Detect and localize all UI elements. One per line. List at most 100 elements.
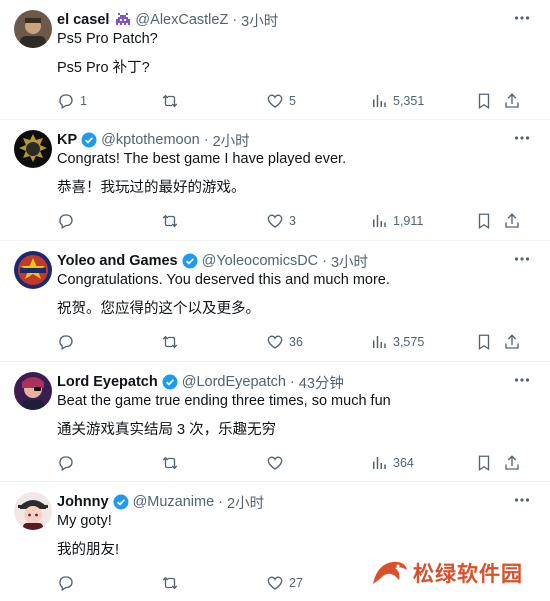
display-name[interactable]: Johnny [57,494,109,510]
more-options-icon[interactable] [512,8,532,28]
separator-dot: · [322,253,327,269]
display-name[interactable]: Yoleo and Games [57,253,178,269]
separator-dot: · [289,374,295,390]
reply-tweet[interactable]: Lord Eyepatch @LordEyepatch · 43分钟 Beat … [0,362,550,482]
reply-icon [59,576,73,591]
separator-dot: · [218,494,224,510]
like-button[interactable]: 3 [266,211,296,231]
retweet-button[interactable] [161,332,179,352]
like-button[interactable]: 27 [266,573,303,593]
separator-dot: · [203,132,209,148]
tweet-header: Yoleo and Games @YoleocomicsDC · 3小时 [57,251,368,272]
display-name[interactable]: Lord Eyepatch [57,374,158,390]
verified-badge-icon [162,374,178,390]
tweet-text: Ps5 Pro Patch? [57,31,158,47]
watermark-text: 松绿软件园 [413,563,523,586]
reply-button[interactable] [57,453,75,473]
retweet-button[interactable] [161,211,179,231]
view-count: 5,351 [393,94,425,108]
heart-icon [267,576,283,590]
views-button[interactable]: 1,911 [370,211,423,231]
bookmark-icon [478,455,490,472]
action-bar: 1 5 5,351 [0,91,550,111]
like-button[interactable]: 36 [266,332,303,352]
timestamp[interactable]: 2小时 [213,130,250,151]
like-button[interactable]: 5 [266,91,296,111]
share-button[interactable] [503,91,521,111]
like-count: 3 [289,214,296,228]
separator-dot: · [232,12,238,28]
handle[interactable]: @Muzanime [133,494,215,510]
more-options-icon[interactable] [512,370,532,390]
display-name[interactable]: el casel [57,12,109,28]
tweet-translation: 祝贺。您应得的这个以及更多。 [57,301,260,317]
avatar[interactable] [14,130,52,168]
views-button[interactable]: 364 [370,453,414,473]
space-invader-emoji-icon [115,13,131,27]
more-options-icon[interactable] [512,128,532,148]
views-button[interactable]: 3,575 [370,332,424,352]
reply-button[interactable] [57,573,75,593]
views-button[interactable]: 5,351 [370,91,424,111]
view-count: 1,911 [393,214,424,228]
share-button[interactable] [503,211,521,231]
reply-icon [59,214,73,229]
reply-icon [59,94,73,109]
timestamp[interactable]: 3小时 [241,10,278,31]
handle[interactable]: @LordEyepatch [182,374,286,390]
like-count: 5 [289,94,296,108]
retweet-icon [162,576,178,590]
analytics-icon [373,336,386,348]
verified-badge-icon [81,132,97,148]
retweet-button[interactable] [161,453,179,473]
tweet-text: Congrats! The best game I have played ev… [57,151,347,167]
bookmark-button[interactable] [475,91,493,111]
retweet-button[interactable] [161,573,179,593]
bookmark-button[interactable] [475,453,493,473]
reply-button[interactable] [57,211,75,231]
handle[interactable]: @YoleocomicsDC [202,253,319,269]
display-name[interactable]: KP [57,132,77,148]
tweet-text: Congratulations. You deserved this and m… [57,272,390,288]
more-options-icon[interactable] [512,249,532,269]
bookmark-icon [478,334,490,351]
avatar[interactable] [14,372,52,410]
bookmark-button[interactable] [475,332,493,352]
verified-badge-icon [113,494,129,510]
share-button[interactable] [503,453,521,473]
retweet-button[interactable] [161,91,179,111]
share-icon [505,93,519,108]
analytics-icon [373,95,386,107]
bookmark-button[interactable] [475,211,493,231]
like-button[interactable] [266,453,284,473]
timestamp[interactable]: 3小时 [331,251,368,272]
retweet-icon [162,335,178,349]
tweet-text: My goty! [57,513,112,529]
tweet-translation: Ps5 Pro 补丁? [57,60,150,76]
tweet-translation: 恭喜！我玩过的最好的游戏。 [57,180,246,196]
bookmark-icon [478,93,490,110]
reply-button[interactable] [57,332,75,352]
share-icon [505,334,519,349]
timestamp[interactable]: 43分钟 [299,372,344,393]
action-bar: 364 [0,453,550,473]
action-bar: 36 3,575 [0,332,550,352]
reply-tweet[interactable]: KP @kptothemoon · 2小时 Congrats! The best… [0,120,550,241]
handle[interactable]: @kptothemoon [101,132,200,148]
timestamp[interactable]: 2小时 [227,492,264,513]
share-icon [505,213,519,228]
avatar[interactable] [14,251,52,289]
reply-tweet[interactable]: el casel @AlexCastleZ · 3小时 Ps5 Pro Patc… [0,0,550,120]
tweet-translation: 我的朋友! [57,542,120,558]
handle[interactable]: @AlexCastleZ [135,12,228,28]
avatar[interactable] [14,10,52,48]
share-button[interactable] [503,332,521,352]
reply-button[interactable]: 1 [57,91,87,111]
view-count: 3,575 [393,335,425,349]
heart-icon [267,335,283,349]
tweet-header: el casel @AlexCastleZ · 3小时 [57,10,278,31]
tweet-header: KP @kptothemoon · 2小时 [57,130,250,151]
reply-tweet[interactable]: Yoleo and Games @YoleocomicsDC · 3小时 Con… [0,241,550,362]
avatar[interactable] [14,492,52,530]
more-options-icon[interactable] [512,490,532,510]
